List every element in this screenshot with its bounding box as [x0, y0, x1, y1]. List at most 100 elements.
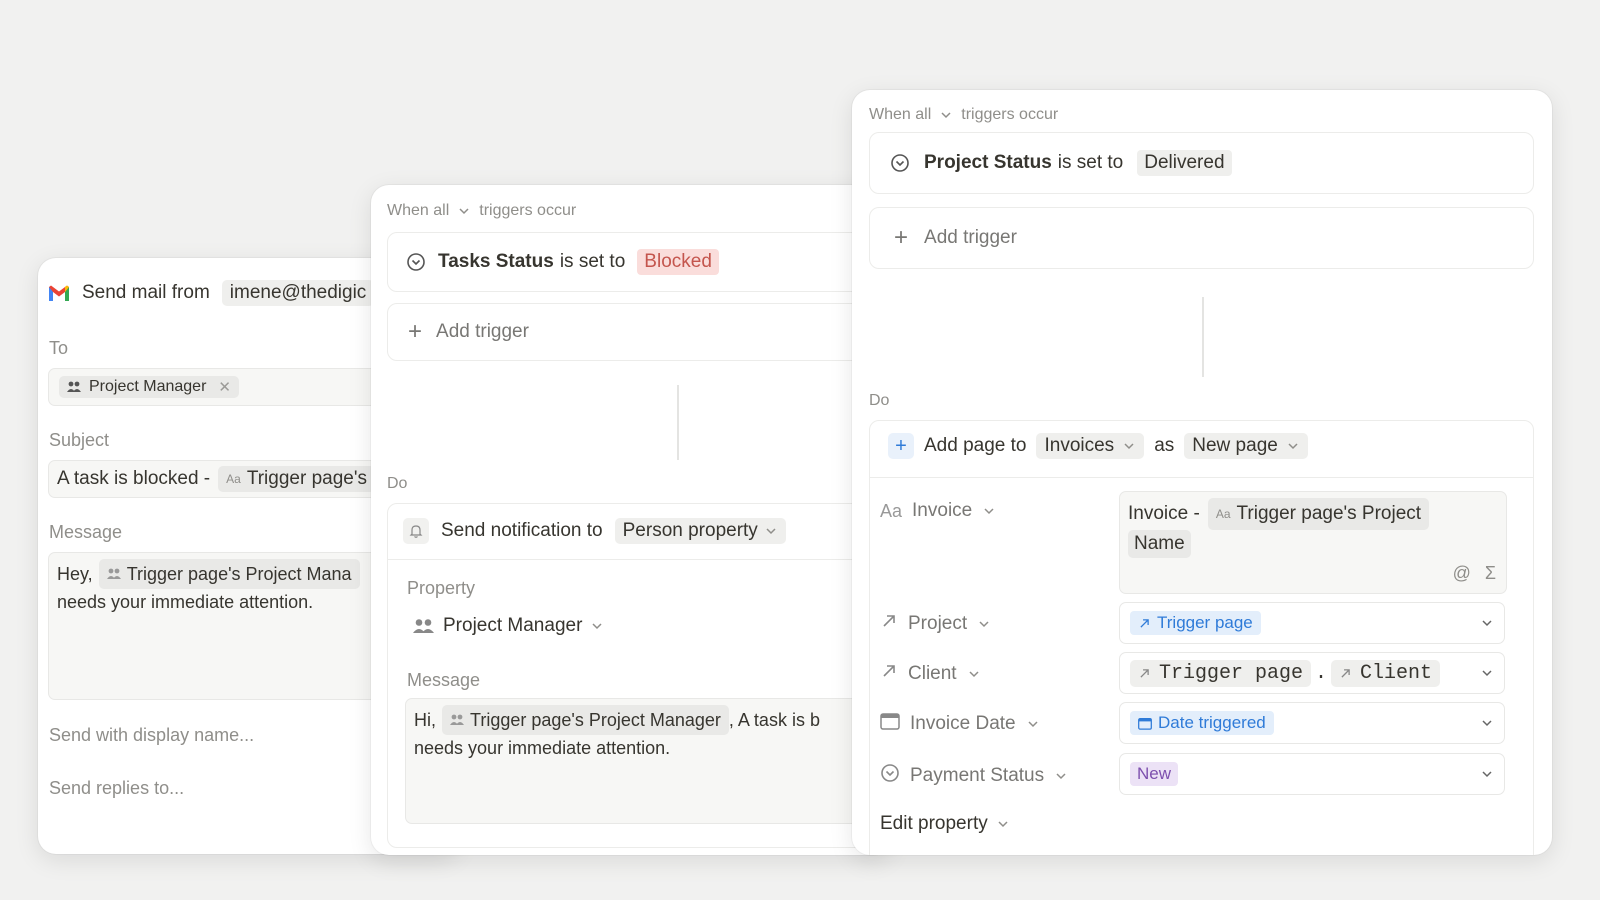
- do-label: Do: [869, 392, 890, 409]
- trigger-condition-header: When all triggers occur: [869, 106, 1058, 124]
- action-header: + Add page to Invoices as New page: [888, 433, 1308, 459]
- plus-icon: +: [408, 318, 423, 345]
- property-client[interactable]: Client: [880, 662, 981, 686]
- people-icon: [67, 381, 81, 393]
- recipient-chip[interactable]: Project Manager ✕: [59, 376, 239, 398]
- property-invoice-name: Invoice: [912, 500, 973, 521]
- chevron-down-icon: [592, 623, 602, 630]
- property-dropdown[interactable]: Project Manager: [413, 615, 604, 637]
- status-icon: [890, 153, 910, 173]
- invoice-value-prefix: Invoice -: [1128, 503, 1200, 524]
- add-trigger-button[interactable]: + Add trigger: [869, 207, 1534, 269]
- relation-arrow-icon: [1341, 668, 1350, 678]
- client-value-a: Trigger page: [1159, 661, 1304, 685]
- edit-property-button[interactable]: Edit property: [880, 813, 1010, 835]
- property-invoice[interactable]: Aa Invoice: [880, 500, 996, 522]
- property-payment-status-name: Payment Status: [910, 765, 1045, 786]
- do-label: Do: [387, 475, 408, 492]
- add-trigger-label: Add trigger: [924, 227, 1017, 248]
- to-label: To: [49, 338, 69, 358]
- database-dropdown[interactable]: Invoices: [1036, 433, 1145, 459]
- database-value: Invoices: [1044, 435, 1115, 456]
- person-property-dropdown[interactable]: Person property: [614, 518, 786, 544]
- trigger-verb: is set to: [559, 251, 626, 272]
- message-field[interactable]: Hi, Trigger page's Project Manager , A t…: [405, 698, 891, 824]
- chevron-down-icon[interactable]: [1480, 716, 1494, 730]
- trigger-value-tag[interactable]: Blocked: [637, 249, 719, 275]
- message-mention-chip: Trigger page's Project Mana: [98, 559, 360, 589]
- bell-icon: [403, 518, 429, 544]
- trigger-row[interactable]: Project Status is set to Delivered: [869, 132, 1534, 194]
- trigger-property: Project Status: [924, 152, 1052, 173]
- display-name-input[interactable]: Send with display name...: [49, 725, 254, 746]
- relation-arrow-icon: [1140, 618, 1149, 628]
- invoice-date-value: Date triggered: [1158, 713, 1266, 732]
- chevron-down-icon[interactable]: [939, 108, 953, 122]
- field-tools: @ Σ: [1453, 559, 1496, 587]
- chevron-down-icon: [969, 671, 979, 678]
- chevron-down-icon: [998, 821, 1008, 828]
- subject-mention-label: Trigger page's: [246, 468, 367, 489]
- subject-label: Subject: [49, 430, 110, 450]
- trigger-value-tag[interactable]: Delivered: [1137, 150, 1232, 176]
- project-value-field[interactable]: Trigger page: [1119, 602, 1505, 644]
- triggers-occur-label: triggers occur: [479, 202, 577, 219]
- triggers-occur-label: triggers occur: [961, 106, 1059, 123]
- payment-status-value-tag: New: [1130, 762, 1179, 786]
- chevron-down-icon[interactable]: [1480, 767, 1494, 781]
- status-icon: [880, 763, 900, 789]
- property-project[interactable]: Project: [880, 612, 991, 636]
- message-label: Message: [407, 670, 481, 690]
- invoice-date-value-field[interactable]: Date triggered: [1119, 702, 1505, 744]
- invoice-date-value-tag: Date triggered: [1130, 711, 1274, 735]
- chevron-down-icon[interactable]: [1480, 616, 1494, 630]
- send-notification-card: When all triggers occur Tasks Status is …: [371, 185, 891, 855]
- sender-email[interactable]: imene@thedigic: [221, 280, 375, 306]
- invoice-mention-line2: Name: [1128, 530, 1191, 558]
- trigger-row[interactable]: Tasks Status is set to Blocked: [387, 232, 891, 292]
- client-separator: .: [1315, 661, 1328, 685]
- calendar-icon: [880, 712, 900, 736]
- recipient-chip-label: Project Manager: [89, 378, 207, 395]
- flow-connector: [677, 385, 679, 460]
- chevron-down-icon[interactable]: [457, 204, 471, 218]
- property-payment-status[interactable]: Payment Status: [880, 763, 1068, 789]
- when-all-dropdown[interactable]: When all: [387, 202, 449, 220]
- people-icon: [106, 568, 121, 580]
- reply-to-input[interactable]: Send replies to...: [49, 778, 184, 799]
- client-value-field[interactable]: Trigger page . Client: [1119, 652, 1505, 694]
- add-page-icon: +: [888, 433, 914, 459]
- formula-icon[interactable]: Σ: [1485, 559, 1496, 587]
- invoice-value-field[interactable]: Invoice - Aa Trigger page's Project Name…: [1119, 491, 1507, 594]
- message-mention-chip: Trigger page's Project Manager: [442, 705, 729, 735]
- chevron-down-icon[interactable]: [1480, 666, 1494, 680]
- page-type-dropdown[interactable]: New page: [1184, 433, 1308, 459]
- message-greeting: Hi,: [414, 710, 436, 730]
- property-invoice-date[interactable]: Invoice Date: [880, 712, 1040, 736]
- remove-recipient-icon[interactable]: ✕: [218, 378, 231, 396]
- plus-icon: +: [894, 224, 909, 251]
- project-value: Trigger page: [1157, 613, 1253, 632]
- send-mail-header: Send mail from imene@thedigic: [48, 280, 375, 306]
- add-page-card: When all triggers occur Project Status i…: [852, 90, 1552, 855]
- mention-icon[interactable]: @: [1453, 559, 1471, 587]
- chevron-down-icon: [984, 508, 994, 515]
- gmail-icon: [48, 284, 70, 302]
- action-label: Send notification to: [441, 520, 603, 541]
- add-trigger-button[interactable]: + Add trigger: [387, 303, 891, 361]
- chevron-down-icon: [766, 528, 776, 535]
- when-all-dropdown[interactable]: When all: [869, 106, 931, 124]
- divider: [870, 477, 1533, 478]
- trigger-property: Tasks Status: [438, 251, 554, 272]
- action-label: Add page to: [924, 435, 1027, 456]
- flow-connector: [1202, 297, 1204, 377]
- people-icon: [450, 714, 464, 726]
- relation-arrow-icon: [1140, 668, 1149, 678]
- text-property-icon: Aa: [880, 500, 903, 521]
- message-label: Message: [49, 522, 123, 542]
- message-mention-label: Trigger page's Project Manager: [470, 710, 721, 730]
- person-property-value: Person property: [622, 520, 758, 541]
- message-tail: , A task is b: [728, 710, 820, 730]
- payment-status-value-field[interactable]: New: [1119, 753, 1505, 795]
- chevron-down-icon: [1124, 443, 1134, 450]
